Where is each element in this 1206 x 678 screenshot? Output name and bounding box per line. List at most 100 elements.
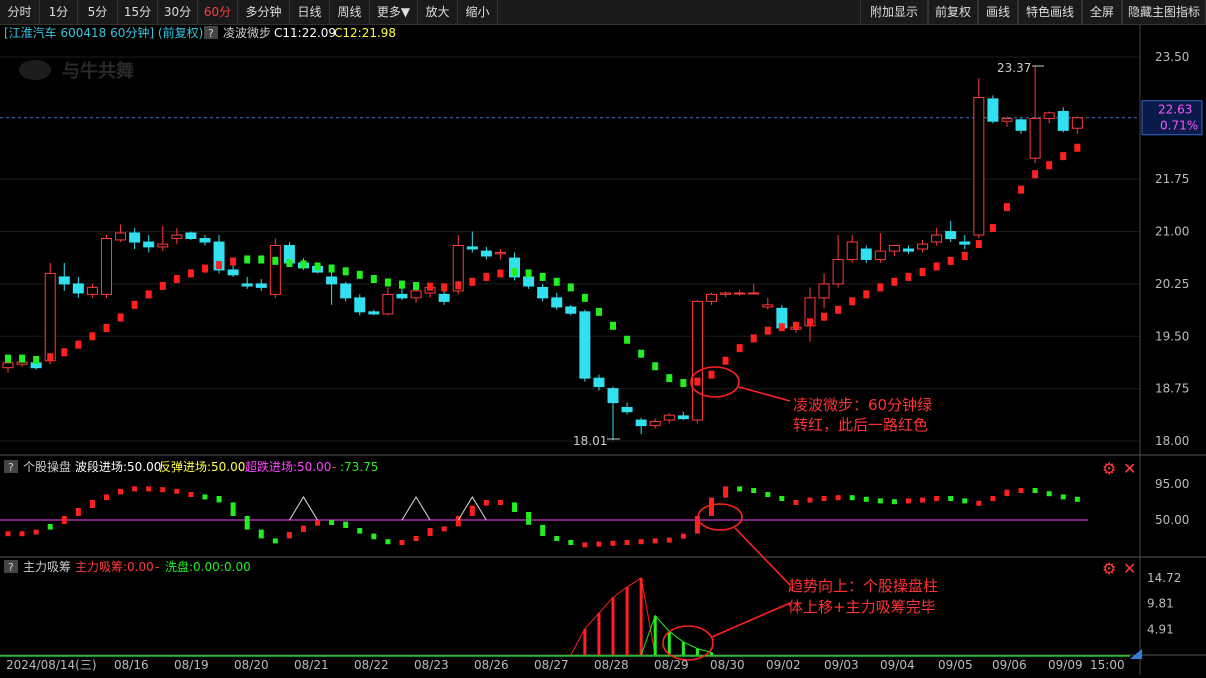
candle-body-10: [143, 241, 155, 248]
trend-dot-7: [103, 323, 110, 332]
date-tick-4: 08/21: [294, 658, 329, 672]
trend-dot-40: [567, 283, 574, 292]
panel1-l1: 波段进场:50.00: [75, 459, 161, 474]
osc-bar-17: [244, 516, 250, 530]
candle-body-8: [115, 232, 127, 241]
trend-dot-31: [441, 283, 448, 292]
candle-body-12: [171, 234, 183, 240]
date-tick-15: 09/05: [938, 658, 973, 672]
osc-bar-41: [582, 542, 588, 548]
osc-bar-60: [849, 495, 855, 501]
toolbar-right-button-2[interactable]: 画线: [978, 0, 1018, 24]
trend-dot-21: [300, 260, 307, 269]
trend-dot-74: [1046, 161, 1053, 170]
candles: [2, 66, 1083, 441]
current-price-value: 22.63: [1158, 103, 1192, 117]
trend-dot-43: [610, 321, 617, 330]
trend-dot-0: [5, 354, 11, 363]
toolbar-right-button-1[interactable]: 前复权: [928, 0, 978, 24]
osc-bar-35: [497, 500, 503, 505]
osc-bar-70: [990, 496, 996, 501]
candle-body-69: [973, 96, 985, 236]
main-note-line2: 转红，此后一路红色: [793, 416, 928, 434]
trend-dot-60: [849, 297, 856, 306]
price-tick-2: 21.00: [1155, 225, 1189, 239]
panel1-close-icon[interactable]: ✕: [1123, 459, 1136, 478]
toolbar-button-1[interactable]: 1分: [40, 0, 78, 24]
toolbar-button-2[interactable]: 5分: [78, 0, 118, 24]
panel1-settings-icon[interactable]: ⚙: [1102, 459, 1116, 478]
toolbar-button-4[interactable]: 30分: [158, 0, 198, 24]
candle-body-59: [832, 258, 844, 285]
osc-bar-9: [132, 486, 138, 492]
toolbar-right-button-3[interactable]: 特色画线: [1018, 0, 1082, 24]
trend-dot-16: [230, 257, 237, 266]
toolbar-right-button-4[interactable]: 全屏: [1082, 0, 1122, 24]
trend-dot-22: [314, 262, 321, 271]
trend-dot-42: [595, 307, 602, 316]
osc-bar-28: [399, 540, 405, 545]
date-tick-14: 09/04: [880, 658, 915, 672]
watermark: 与牛共舞: [19, 60, 134, 82]
trend-dot-12: [173, 275, 180, 284]
osc-bar-74: [1046, 491, 1052, 497]
osc-bar-44: [624, 540, 630, 545]
high-label: 23.37: [997, 61, 1031, 75]
candle-body-49: [691, 300, 703, 421]
trend-dot-13: [187, 269, 194, 278]
candle-body-34: [480, 250, 492, 257]
toolbar-button-0[interactable]: 分时: [0, 0, 40, 24]
trend-dot-57: [806, 318, 813, 327]
watermark-text: 与牛共舞: [62, 60, 134, 82]
osc-bar-0: [5, 531, 11, 537]
trend-dot-63: [891, 277, 898, 286]
date-tick-9: 08/28: [594, 658, 629, 672]
toolbar-button-8[interactable]: 周线: [330, 0, 370, 24]
trend-dot-41: [581, 293, 588, 302]
candle-body-58: [818, 283, 830, 299]
toolbar-button-11[interactable]: 缩小: [458, 0, 498, 24]
toolbar-button-3[interactable]: 15分: [118, 0, 158, 24]
toolbar-button-7[interactable]: 日线: [290, 0, 330, 24]
osc-bar-31: [441, 526, 447, 532]
panel2-close-icon[interactable]: ✕: [1123, 559, 1136, 578]
candle-body-11: [157, 243, 169, 248]
date-axis: 2024/08/14(三) 08/16 08/19 08/20 08/21 08/22 08…: [6, 649, 1142, 672]
osc-bar-36: [512, 502, 518, 512]
osc-bar-6: [89, 500, 95, 508]
toolbar: 分时 1分 5分 15分 30分 60分 多分钟 日线 周线 更多▼ 放大 缩小 附加显示 前复权 画线 特色…: [0, 0, 1206, 25]
osc-bar-4: [61, 516, 67, 524]
osc-bar-50: [709, 497, 714, 516]
chips-histogram: 14.72 9.81 4.91: [0, 571, 1181, 657]
osc-bar-29: [413, 536, 419, 541]
candle-body-64: [902, 248, 914, 252]
trend-dot-45: [638, 349, 645, 358]
trend-dot-18: [258, 255, 265, 264]
trend-dot-36: [511, 268, 518, 277]
date-tick-17: 09/09: [1048, 658, 1083, 672]
trend-dot-54: [764, 326, 771, 335]
candle-body-44: [621, 406, 633, 413]
price-tick-0: 23.50: [1155, 50, 1189, 64]
toolbar-button-10[interactable]: 放大: [418, 0, 458, 24]
bottom-note-line1: 趋势向上：个股操盘柱: [788, 577, 938, 595]
toolbar-button-5[interactable]: 60分: [198, 0, 238, 24]
osc-bar-71: [1004, 489, 1010, 496]
c1-value: C11:22.09: [274, 26, 336, 40]
osc-bar-54: [765, 492, 771, 497]
osc-bar-10: [146, 486, 152, 492]
trend-dot-62: [877, 283, 884, 292]
price-tick-5: 18.75: [1155, 382, 1189, 396]
osc-bar-3: [47, 524, 53, 530]
toolbar-right-button-5[interactable]: 隐藏主图指标: [1122, 0, 1206, 24]
toolbar-right-button-0[interactable]: 附加显示: [860, 0, 928, 24]
trend-dot-4: [61, 348, 68, 357]
toolbar-button-6[interactable]: 多分钟: [238, 0, 290, 24]
panel2-name: 主力吸筹: [23, 560, 71, 574]
trend-dot-50: [708, 370, 715, 379]
trend-dot-65: [919, 268, 926, 277]
date-tick-1: 08/16: [114, 658, 149, 672]
toolbar-button-9[interactable]: 更多▼: [370, 0, 418, 24]
panel2-settings-icon[interactable]: ⚙: [1102, 559, 1116, 578]
trend-dot-15: [216, 261, 223, 270]
